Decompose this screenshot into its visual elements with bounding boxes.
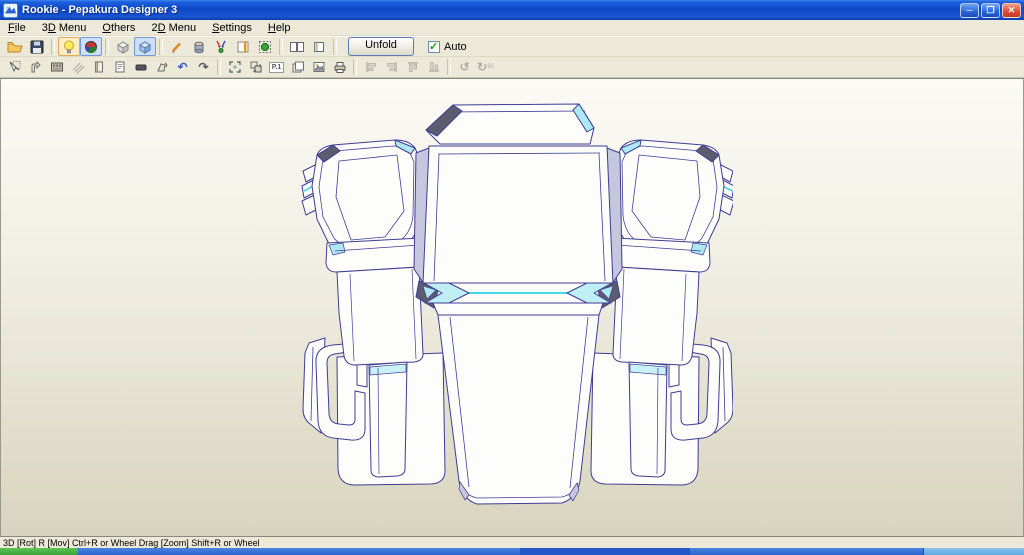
menu-others[interactable]: Others bbox=[94, 21, 143, 35]
edit-pen-button[interactable] bbox=[166, 37, 188, 56]
status-text: 3D [Rot] R [Mov] Ctrl+R or Wheel Drag [Z… bbox=[3, 537, 260, 548]
align-left-button[interactable] bbox=[360, 57, 381, 77]
export-image-button[interactable] bbox=[308, 57, 329, 77]
toolbar-separator bbox=[333, 38, 337, 55]
texture-stamp-button[interactable] bbox=[46, 57, 67, 77]
3d-model-wireframe bbox=[301, 103, 733, 505]
toggle-light-button[interactable] bbox=[58, 37, 80, 56]
menu-3d-menu[interactable]: 3D Menu bbox=[34, 21, 95, 35]
toolbar-separator bbox=[447, 59, 451, 75]
menu-bar: File 3D Menu Others 2D Menu Settings Hel… bbox=[0, 20, 1024, 36]
menu-file[interactable]: File bbox=[0, 21, 34, 35]
menu-help[interactable]: Help bbox=[260, 21, 299, 35]
select-parts-button[interactable] bbox=[4, 57, 25, 77]
rotate-90-icon: ↻ bbox=[477, 60, 488, 74]
open-file-button[interactable] bbox=[4, 37, 26, 56]
taskbar-window-button[interactable] bbox=[520, 548, 690, 555]
arrange-sheets-button[interactable] bbox=[287, 57, 308, 77]
select-object-button[interactable] bbox=[254, 37, 276, 56]
app-window: Rookie - Pepakura Designer 3 ─ ❐ ✕ File … bbox=[0, 0, 1024, 555]
single-view-button[interactable] bbox=[308, 37, 330, 56]
align-bottom-button[interactable] bbox=[423, 57, 444, 77]
floppy-disk-icon bbox=[30, 40, 44, 53]
window-title: Rookie - Pepakura Designer 3 bbox=[22, 4, 178, 16]
close-button[interactable]: ✕ bbox=[1002, 2, 1021, 18]
toolbar-separator bbox=[105, 38, 109, 55]
auto-checkbox[interactable] bbox=[428, 40, 440, 53]
toolbar-separator bbox=[279, 38, 283, 55]
move-parts-button[interactable] bbox=[245, 57, 266, 77]
panel-divider-icon bbox=[237, 41, 249, 52]
minimize-button[interactable]: ─ bbox=[960, 2, 979, 18]
panel-divider-button[interactable] bbox=[232, 37, 254, 56]
app-icon bbox=[3, 2, 18, 18]
unfold-button[interactable]: Unfold bbox=[348, 37, 414, 56]
cylinder-icon bbox=[194, 41, 204, 53]
main-toolbar: Unfold Auto bbox=[0, 36, 1024, 57]
undo-icon: ↶ bbox=[177, 60, 188, 74]
auto-checkbox-label: Auto bbox=[444, 40, 467, 53]
eraser-button[interactable] bbox=[130, 57, 151, 77]
cylinder-button[interactable] bbox=[188, 37, 210, 56]
page-layout-button[interactable] bbox=[109, 57, 130, 77]
system-tray[interactable] bbox=[923, 548, 1024, 555]
color-sphere-icon bbox=[85, 40, 97, 53]
view-shaded-button[interactable] bbox=[134, 37, 156, 56]
print-button[interactable] bbox=[329, 57, 350, 77]
page-number-icon: P.1 bbox=[269, 61, 284, 73]
rotate-90-button[interactable]: ↻ 90 bbox=[475, 57, 496, 77]
status-bar: 3D [Rot] R [Mov] Ctrl+R or Wheel Drag [Z… bbox=[0, 537, 1024, 548]
cube-gray-icon bbox=[117, 40, 129, 54]
title-bar[interactable]: Rookie - Pepakura Designer 3 ─ ❐ ✕ bbox=[0, 0, 1024, 20]
menu-settings[interactable]: Settings bbox=[204, 21, 260, 35]
light-bulb-icon bbox=[64, 40, 74, 53]
drop-arrows-icon bbox=[216, 40, 226, 53]
zoom-marquee-button[interactable] bbox=[224, 57, 245, 77]
toggle-material-button[interactable] bbox=[80, 37, 102, 56]
edit-flaps-button[interactable] bbox=[25, 57, 46, 77]
split-panes-icon bbox=[290, 41, 304, 52]
toolbar-separator bbox=[159, 38, 163, 55]
3d-viewport[interactable] bbox=[0, 78, 1024, 537]
toolbar-separator bbox=[51, 38, 55, 55]
rotate-part-button[interactable] bbox=[151, 57, 172, 77]
single-pane-icon bbox=[314, 41, 324, 52]
maximize-button[interactable]: ❐ bbox=[981, 2, 1000, 18]
toolbar-separator bbox=[217, 59, 221, 75]
align-right-button[interactable] bbox=[381, 57, 402, 77]
view-wireframe-button[interactable] bbox=[112, 37, 134, 56]
redo-icon: ↷ bbox=[198, 60, 209, 74]
2d-toolbar: ↶ ↷ P.1 ↺ ↻ 90 bbox=[0, 57, 1024, 78]
open-folder-icon bbox=[7, 41, 23, 52]
drop-to-ground-button[interactable] bbox=[210, 37, 232, 56]
fold-lines-button[interactable] bbox=[67, 57, 88, 77]
align-top-button[interactable] bbox=[402, 57, 423, 77]
split-view-button[interactable] bbox=[286, 37, 308, 56]
redo-button[interactable]: ↷ bbox=[193, 57, 214, 77]
menu-2d-menu[interactable]: 2D Menu bbox=[143, 21, 204, 35]
page-number-button[interactable]: P.1 bbox=[266, 57, 287, 77]
start-button[interactable] bbox=[0, 548, 78, 555]
windows-taskbar[interactable] bbox=[0, 548, 1024, 555]
save-file-button[interactable] bbox=[26, 37, 48, 56]
undo-button[interactable]: ↶ bbox=[172, 57, 193, 77]
rotate-ccw-button[interactable]: ↺ bbox=[454, 57, 475, 77]
toolbar-separator bbox=[353, 59, 357, 75]
select-sphere-icon bbox=[259, 40, 271, 53]
pen-icon bbox=[172, 42, 181, 52]
rotate-ccw-icon: ↺ bbox=[459, 60, 470, 74]
cube-blue-icon bbox=[139, 40, 151, 54]
sheet-pages-button[interactable] bbox=[88, 57, 109, 77]
